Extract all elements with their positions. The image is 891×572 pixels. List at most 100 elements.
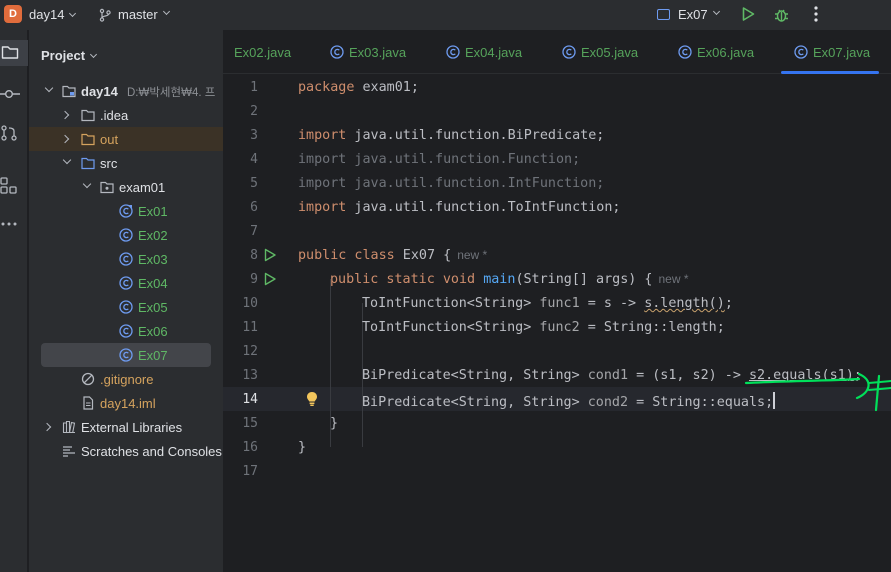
line-number: 12 [242,344,258,359]
expand-arrow-icon[interactable] [44,83,54,93]
project-name: day14 [29,7,65,22]
folder-icon [81,109,95,122]
tree-item-day14-iml[interactable]: day14.iml [29,391,223,415]
project-folder-icon [1,46,19,59]
tab-ex04[interactable]: Ex04.java [446,30,522,74]
tree-label: Ex06 [138,323,168,339]
more-icon [1,222,17,226]
project-tool-button[interactable] [0,40,28,66]
tree-label: Scratches and Consoles [81,443,222,459]
tree-label: Ex05 [138,299,168,315]
plugins-tool-button[interactable] [0,172,28,198]
line-number: 11 [242,320,258,335]
git-branch-icon [99,8,111,22]
line-number: 17 [242,464,258,479]
chevron-down-icon [69,9,77,18]
code-line-16: } [298,440,307,455]
java-class-icon [794,45,808,59]
tab-ex03[interactable]: Ex03.java [330,30,406,74]
code-line-8: public class Ex07 {new * [298,248,488,263]
tab-ex05[interactable]: Ex05.java [562,30,638,74]
more-icon[interactable] [808,4,824,24]
tree-item-out[interactable]: out [29,127,223,151]
debug-icon[interactable] [773,6,790,23]
editor-tabs: Ex02.java Ex03.java Ex04.java Ex05.java … [223,30,891,74]
author-hint: new * [658,272,689,286]
commit-icon [0,89,20,98]
line-number: 2 [250,104,258,119]
tree-item-exam01[interactable]: exam01 [29,175,223,199]
tab-ex02[interactable]: Ex02.java [234,30,291,74]
tree-item-day14[interactable]: day14 D:₩박세현₩4. 프 [29,79,223,103]
tree-item-ex02[interactable]: Ex02 [29,223,223,247]
expand-arrow-icon[interactable] [82,179,92,189]
line-number: 10 [242,296,258,311]
line-number: 4 [250,152,258,167]
run-class-icon[interactable] [263,248,277,262]
code-line-6: import java.util.function.ToIntFunction; [298,200,621,215]
tree-label: day14 [81,83,118,99]
libraries-icon [62,420,76,434]
tree-item-ex03[interactable]: Ex03 [29,247,223,271]
plugins-icon [0,177,17,194]
code-line-5: import java.util.function.IntFunction; [298,176,605,191]
line-number: 16 [242,440,258,455]
lightbulb-icon[interactable] [305,391,319,407]
tree-item-src[interactable]: src [29,151,223,175]
code-line-14: BiPredicate<String, String> cond2 = Stri… [362,392,775,410]
title-bar: D day14 master Ex07 [0,0,891,30]
tree-item-idea[interactable]: .idea [29,103,223,127]
tree-item-ex05[interactable]: Ex05 [29,295,223,319]
tree-label: Ex01 [138,203,168,219]
run-config-icon [657,9,670,20]
tree-item-external-libraries[interactable]: External Libraries [29,415,223,439]
project-switcher[interactable]: day14 [29,7,77,22]
tab-ex07[interactable]: Ex07.java [781,30,880,74]
file-icon [83,396,94,410]
project-panel-title[interactable]: Project [41,48,98,63]
code-editor[interactable]: 1 2 3 4 5 6 7 8 9 10 11 12 13 14 15 16 1… [223,74,891,572]
run-config-name: Ex07 [678,7,708,22]
code-line-4: import java.util.function.Function; [298,152,581,167]
run-configuration-selector[interactable]: Ex07 [657,7,720,22]
expand-arrow-icon[interactable] [62,155,72,165]
code-line-1: package exam01; [298,80,419,95]
java-class-icon [119,228,133,242]
commit-tool-button[interactable] [0,81,28,107]
tree-item-ex04[interactable]: Ex04 [29,271,223,295]
java-class-icon [119,348,133,362]
tree-item-ex07[interactable]: Ex07 [41,343,211,367]
tree-item-scratches[interactable]: Scratches and Consoles [29,439,223,463]
run-main-icon[interactable] [263,272,277,286]
tree-item-gitignore[interactable]: .gitignore [29,367,223,391]
line-number: 15 [242,416,258,431]
line-number: 7 [250,224,258,239]
expand-arrow-icon[interactable] [42,422,52,432]
author-hint: new * [457,248,488,262]
tree-label: External Libraries [81,419,183,435]
tree-detail: D:₩박세현₩4. 프 [127,87,216,99]
run-icon[interactable] [740,6,756,22]
java-class-icon [562,45,576,59]
more-tools-button[interactable] [0,212,28,238]
project-badge[interactable]: D [4,5,22,23]
line-number: 6 [250,200,258,215]
tab-label: Ex04.java [465,44,523,60]
panel-title-label: Project [41,48,86,63]
tree-item-ex06[interactable]: Ex06 [29,319,223,343]
tree-label: Ex03 [138,251,168,267]
line-number: 13 [242,368,258,383]
tree-label: Ex07 [138,347,168,363]
expand-arrow-icon[interactable] [60,134,70,144]
expand-arrow-icon[interactable] [60,110,70,120]
tree-label: Ex04 [138,275,168,291]
pull-requests-tool-button[interactable] [0,120,28,146]
tool-window-strip [0,30,28,572]
tree-label: out [100,131,119,147]
tab-ex06[interactable]: Ex06.java [678,30,754,74]
java-class-icon [678,45,692,59]
line-number: 5 [250,176,258,191]
branch-switcher[interactable]: master [98,7,170,22]
text-cursor [773,392,775,409]
tree-item-ex01[interactable]: Ex01 [29,199,223,223]
